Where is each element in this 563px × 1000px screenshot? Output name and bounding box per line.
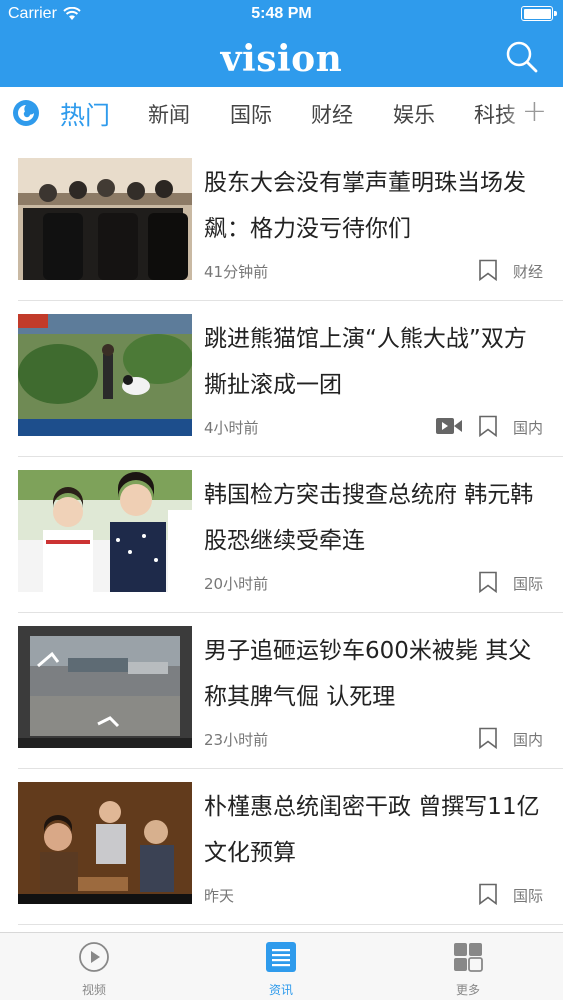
news-title: 韩国检方突击搜查总统府 韩元韩股恐继续受牵连 (204, 482, 534, 554)
add-channel-button[interactable]: + (522, 97, 547, 127)
bookmark-icon[interactable] (477, 883, 499, 905)
news-title: 跳进熊猫馆上演“人熊大战”双方撕扯滚成一团 (204, 326, 527, 398)
status-bar: Carrier 5:48 PM (0, 0, 563, 30)
news-time: 昨天 (204, 887, 235, 905)
news-item[interactable]: 跳进熊猫馆上演“人熊大战”双方撕扯滚成一团 4小时前 国内 (0, 301, 563, 457)
bookmark-icon[interactable] (477, 415, 499, 437)
news-category-tag: 财经 (512, 263, 543, 281)
news-thumbnail (18, 626, 192, 748)
news-time: 20小时前 (204, 575, 269, 593)
bookmark-icon[interactable] (477, 259, 499, 281)
search-icon[interactable] (505, 40, 539, 74)
channel-logo-icon (13, 100, 39, 126)
news-item[interactable]: 男子追砸运钞车600米被毙 其父称其脾气倔 认死理 23小时前 国内 (0, 613, 563, 769)
nav-label: 资讯 (268, 983, 293, 997)
bookmark-icon[interactable] (477, 571, 499, 593)
video-camera-icon (436, 418, 462, 434)
play-circle-icon (79, 942, 109, 972)
tab-entertainment[interactable]: 娱乐 (393, 99, 435, 129)
news-item[interactable]: 韩国检方突击搜查总统府 韩元韩股恐继续受牵连 20小时前 国际 (0, 457, 563, 613)
app-logo: vision (220, 38, 343, 80)
news-category-tag: 国际 (512, 887, 543, 905)
news-category-tag: 国内 (512, 419, 543, 437)
news-title: 朴槿惠总统闺密干政 曾撰写11亿文化预算 (204, 794, 540, 866)
nav-news[interactable]: 资讯 (236, 941, 326, 998)
tab-international[interactable]: 国际 (230, 99, 272, 129)
bookmark-icon[interactable] (477, 727, 499, 749)
news-category-tag: 国内 (512, 731, 543, 749)
nav-video[interactable]: 视频 (49, 941, 139, 998)
news-title: 股东大会没有掌声董明珠当场发飙：格力没亏待你们 (204, 170, 526, 242)
news-thumbnail (18, 314, 192, 436)
divider (18, 924, 563, 925)
news-category-tag: 国际 (512, 575, 543, 593)
tab-news[interactable]: 新闻 (148, 99, 190, 129)
category-tab-bar: 热门 新闻 国际 财经 娱乐 科技 + (0, 87, 563, 145)
news-item[interactable]: 朴槿惠总统闺密干政 曾撰写11亿文化预算 昨天 国际 (0, 769, 563, 925)
news-time: 23小时前 (204, 731, 269, 749)
nav-label: 更多 (455, 983, 480, 997)
battery-icon (521, 6, 557, 21)
news-time: 4小时前 (204, 419, 259, 437)
tab-finance[interactable]: 财经 (311, 99, 353, 129)
nav-more[interactable]: 更多 (423, 941, 513, 998)
news-thumbnail (18, 782, 192, 904)
news-thumbnail (18, 158, 192, 280)
status-time: 5:48 PM (251, 5, 312, 22)
news-list-icon (266, 942, 296, 972)
news-title: 男子追砸运钞车600米被毙 其父称其脾气倔 认死理 (204, 638, 532, 710)
grid-icon (454, 943, 483, 972)
app-header: Carrier 5:48 PM vision (0, 0, 563, 87)
news-item[interactable]: 股东大会没有掌声董明珠当场发飙：格力没亏待你们 41分钟前 财经 (0, 145, 563, 301)
tab-hot[interactable]: 热门 (60, 96, 110, 132)
news-thumbnail (18, 470, 192, 592)
news-time: 41分钟前 (204, 263, 269, 281)
bottom-tab-bar: 视频 资讯 更多 (0, 932, 563, 1000)
nav-label: 视频 (81, 983, 106, 997)
